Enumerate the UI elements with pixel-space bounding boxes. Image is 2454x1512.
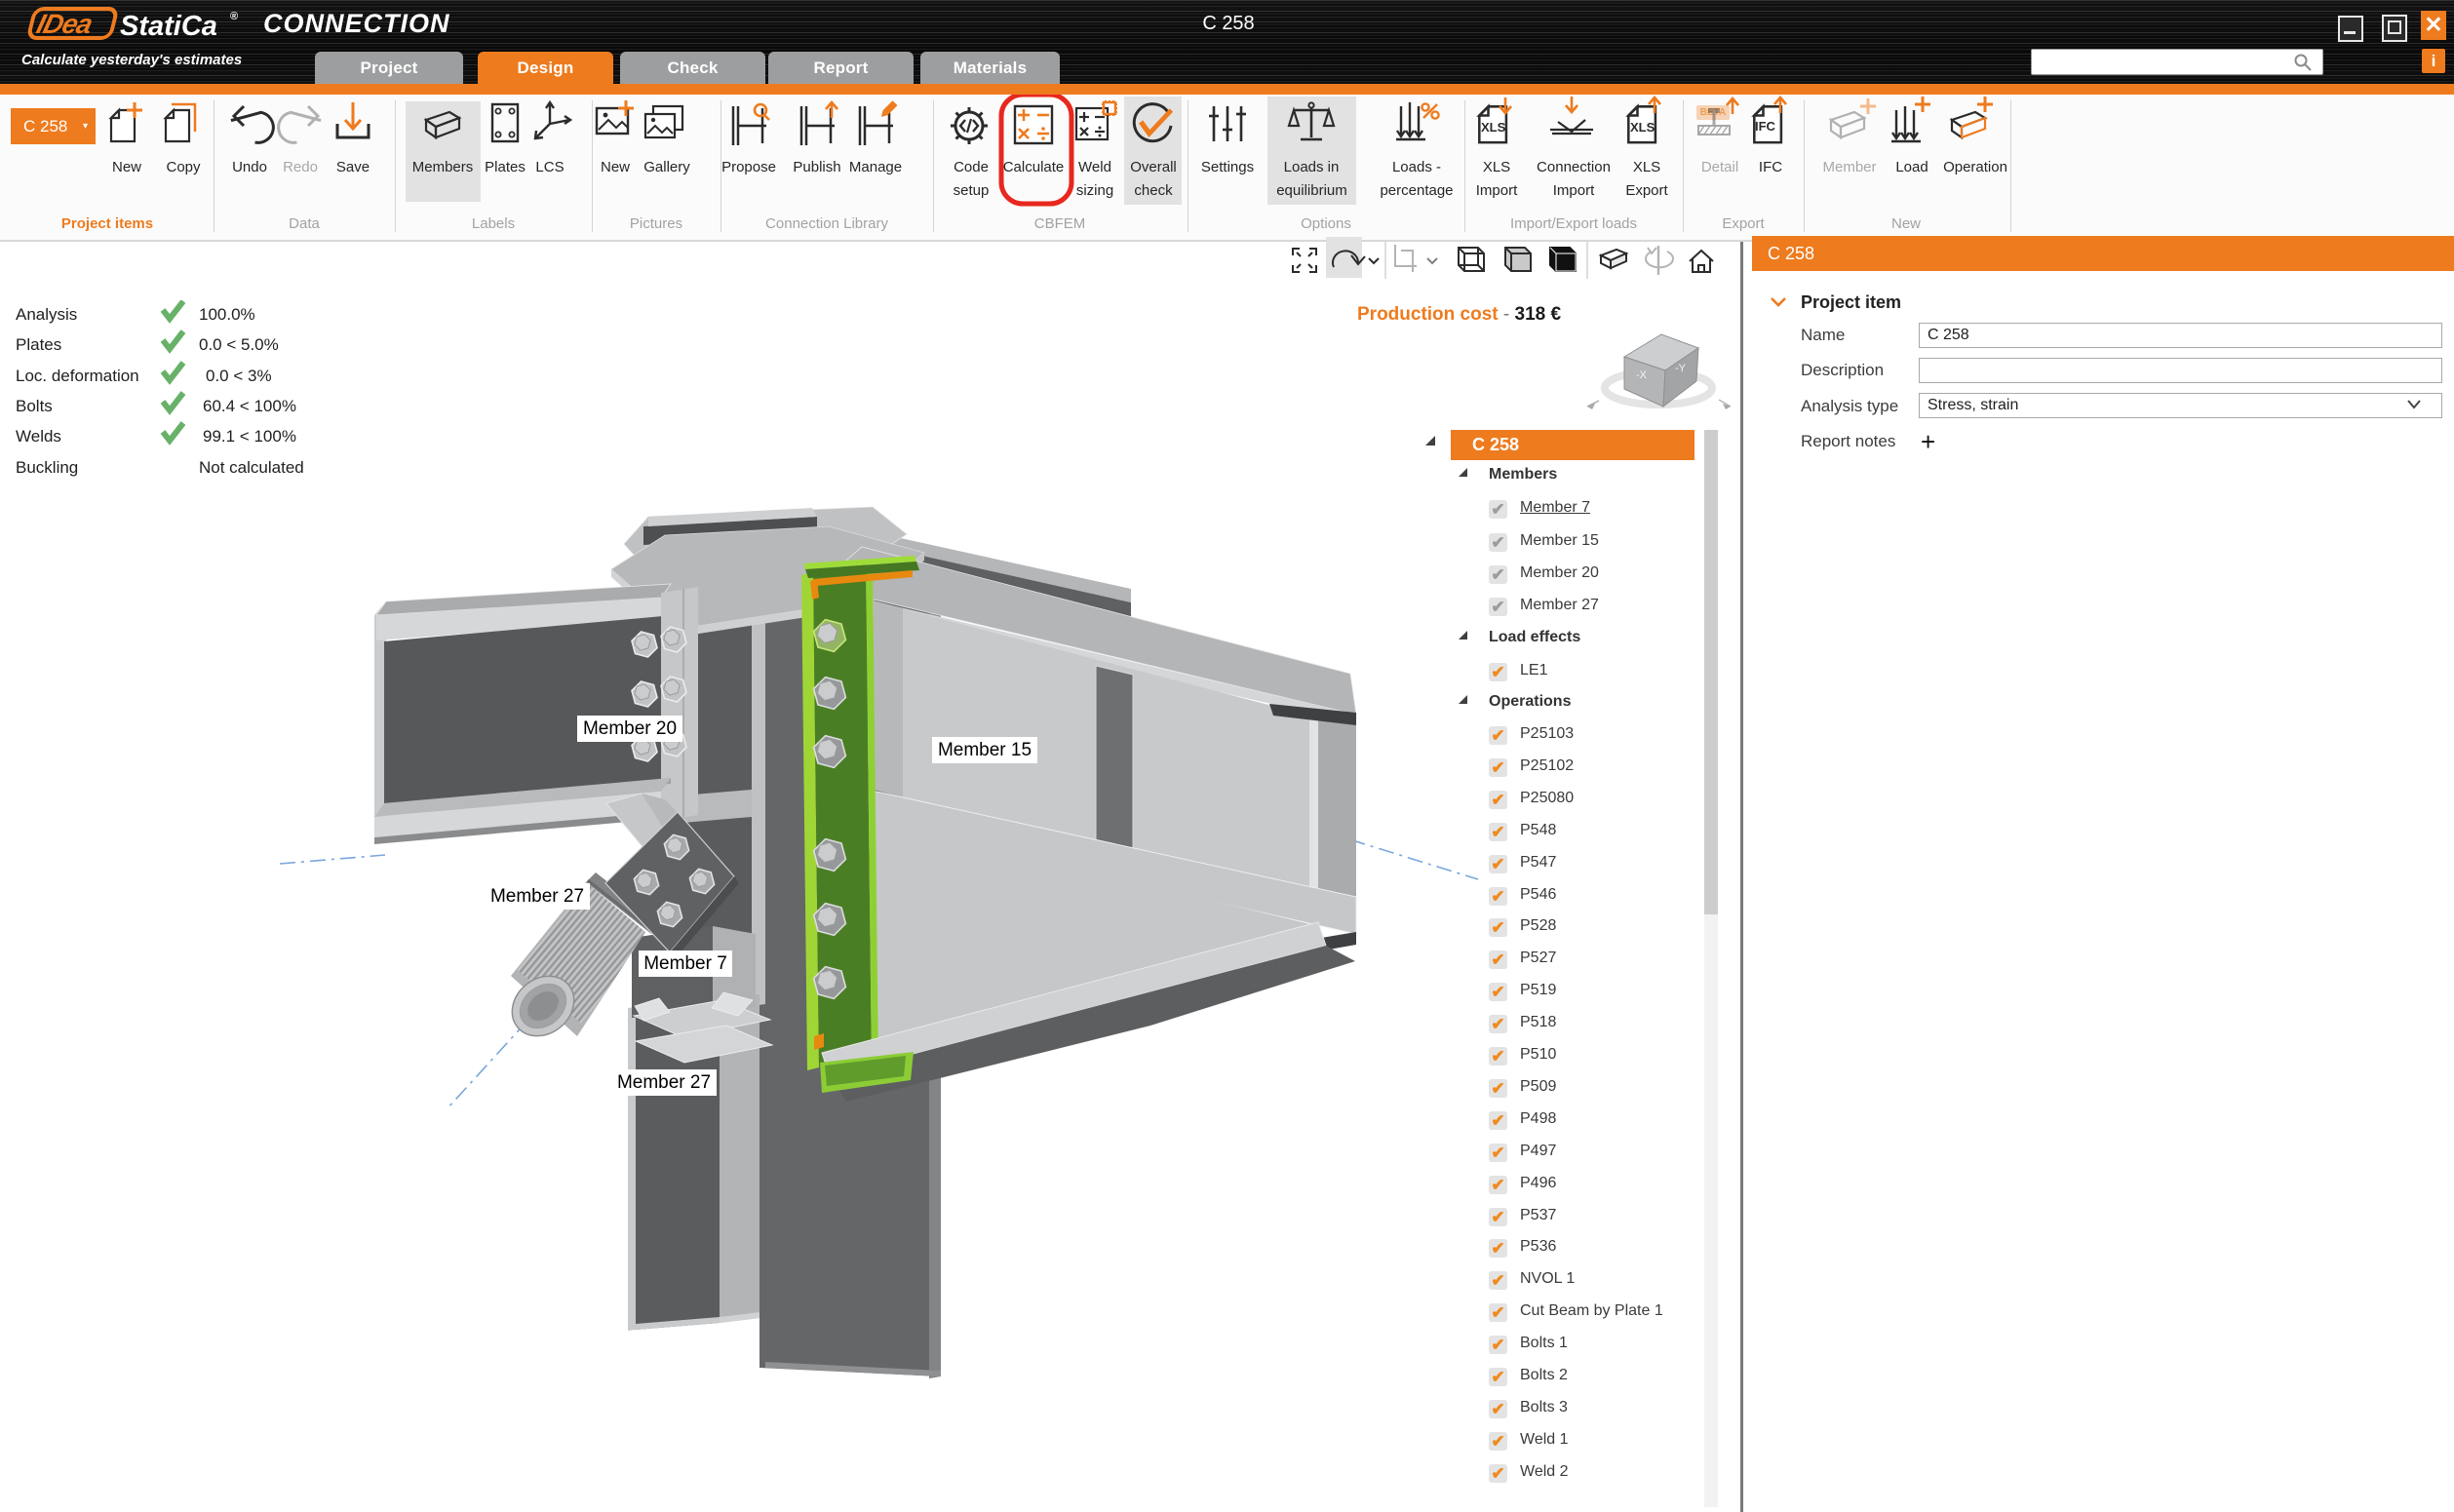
svg-text:XLS: XLS bbox=[1481, 120, 1506, 135]
svg-text:XLS: XLS bbox=[1630, 120, 1655, 135]
svg-text:®: ® bbox=[230, 11, 238, 22]
svg-text:StatiCa: StatiCa bbox=[120, 11, 217, 42]
svg-text:-X: -X bbox=[1636, 369, 1648, 381]
svg-text:IFC: IFC bbox=[1755, 119, 1776, 134]
svg-text:-Y: -Y bbox=[1675, 363, 1687, 374]
svg-text:IDea: IDea bbox=[33, 9, 95, 40]
